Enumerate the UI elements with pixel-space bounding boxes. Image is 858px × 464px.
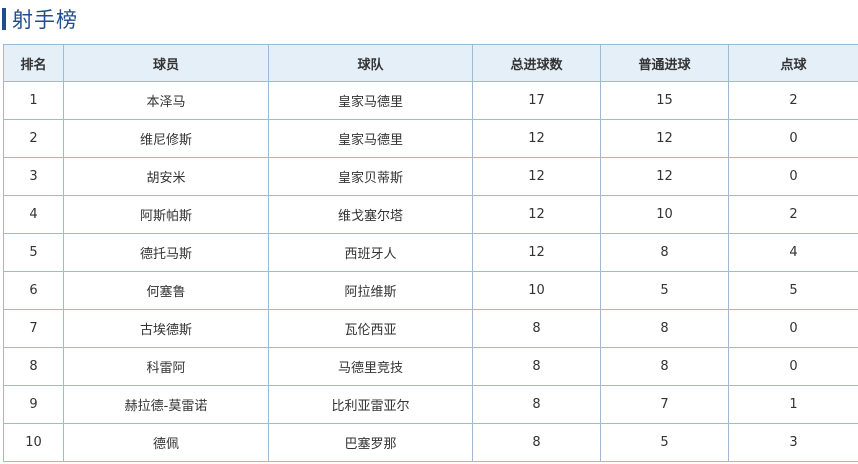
cell-penalties: 0 xyxy=(728,157,858,196)
cell-rank: 8 xyxy=(3,347,64,386)
cell-rank: 3 xyxy=(3,157,64,196)
cell-player: 赫拉德-莫雷诺 xyxy=(63,385,269,424)
page-title-bar: 射手榜 xyxy=(0,4,78,34)
cell-rank: 4 xyxy=(3,195,64,234)
cell-team: 皇家贝蒂斯 xyxy=(268,157,473,196)
column-header-penalties: 点球 xyxy=(728,44,858,82)
cell-team: 皇家马德里 xyxy=(268,81,473,120)
cell-total-goals: 8 xyxy=(472,347,601,386)
table-row: 8 科雷阿 马德里竞技 8 8 0 xyxy=(3,347,858,386)
cell-penalties: 0 xyxy=(728,347,858,386)
cell-regular-goals: 8 xyxy=(600,309,729,348)
table-row: 10 德佩 巴塞罗那 8 5 3 xyxy=(3,423,858,462)
cell-total-goals: 12 xyxy=(472,157,601,196)
column-header-regular-goals: 普通进球 xyxy=(600,44,729,82)
cell-team: 阿拉维斯 xyxy=(268,271,473,310)
cell-total-goals: 8 xyxy=(472,423,601,462)
cell-penalties: 0 xyxy=(728,309,858,348)
cell-regular-goals: 5 xyxy=(600,271,729,310)
cell-regular-goals: 5 xyxy=(600,423,729,462)
cell-team: 巴塞罗那 xyxy=(268,423,473,462)
cell-penalties: 2 xyxy=(728,195,858,234)
cell-team: 皇家马德里 xyxy=(268,119,473,158)
cell-penalties: 4 xyxy=(728,233,858,272)
table-header-row: 排名 球员 球队 总进球数 普通进球 点球 xyxy=(3,44,858,82)
cell-player: 德佩 xyxy=(63,423,269,462)
column-header-team: 球队 xyxy=(268,44,473,82)
cell-player: 科雷阿 xyxy=(63,347,269,386)
cell-player: 本泽马 xyxy=(63,81,269,120)
cell-penalties: 5 xyxy=(728,271,858,310)
cell-rank: 2 xyxy=(3,119,64,158)
cell-total-goals: 8 xyxy=(472,385,601,424)
cell-player: 维尼修斯 xyxy=(63,119,269,158)
cell-penalties: 0 xyxy=(728,119,858,158)
cell-regular-goals: 12 xyxy=(600,119,729,158)
column-header-total-goals: 总进球数 xyxy=(472,44,601,82)
page-title: 射手榜 xyxy=(12,8,78,32)
cell-total-goals: 12 xyxy=(472,233,601,272)
cell-rank: 1 xyxy=(3,81,64,120)
column-header-rank: 排名 xyxy=(3,44,64,82)
cell-penalties: 2 xyxy=(728,81,858,120)
table-row: 6 何塞鲁 阿拉维斯 10 5 5 xyxy=(3,271,858,310)
cell-player: 何塞鲁 xyxy=(63,271,269,310)
table-row: 5 德托马斯 西班牙人 12 8 4 xyxy=(3,233,858,272)
cell-regular-goals: 10 xyxy=(600,195,729,234)
cell-rank: 9 xyxy=(3,385,64,424)
cell-team: 西班牙人 xyxy=(268,233,473,272)
table-row: 4 阿斯帕斯 维戈塞尔塔 12 10 2 xyxy=(3,195,858,234)
cell-total-goals: 17 xyxy=(472,81,601,120)
cell-regular-goals: 8 xyxy=(600,233,729,272)
cell-player: 古埃德斯 xyxy=(63,309,269,348)
cell-player: 阿斯帕斯 xyxy=(63,195,269,234)
table-row: 2 维尼修斯 皇家马德里 12 12 0 xyxy=(3,119,858,158)
cell-rank: 5 xyxy=(3,233,64,272)
cell-total-goals: 12 xyxy=(472,119,601,158)
column-header-player: 球员 xyxy=(63,44,269,82)
cell-total-goals: 8 xyxy=(472,309,601,348)
table-row: 3 胡安米 皇家贝蒂斯 12 12 0 xyxy=(3,157,858,196)
table-row: 9 赫拉德-莫雷诺 比利亚雷亚尔 8 7 1 xyxy=(3,385,858,424)
table-row: 1 本泽马 皇家马德里 17 15 2 xyxy=(3,81,858,120)
cell-rank: 10 xyxy=(3,423,64,462)
cell-regular-goals: 12 xyxy=(600,157,729,196)
cell-total-goals: 12 xyxy=(472,195,601,234)
cell-penalties: 1 xyxy=(728,385,858,424)
cell-regular-goals: 7 xyxy=(600,385,729,424)
table-row: 7 古埃德斯 瓦伦西亚 8 8 0 xyxy=(3,309,858,348)
cell-rank: 7 xyxy=(3,309,64,348)
cell-rank: 6 xyxy=(3,271,64,310)
cell-team: 维戈塞尔塔 xyxy=(268,195,473,234)
title-accent-bar xyxy=(2,8,6,30)
cell-team: 瓦伦西亚 xyxy=(268,309,473,348)
cell-player: 胡安米 xyxy=(63,157,269,196)
cell-regular-goals: 15 xyxy=(600,81,729,120)
top-scorers-table: 排名 球员 球队 总进球数 普通进球 点球 1 本泽马 皇家马德里 17 15 … xyxy=(3,44,858,462)
cell-penalties: 3 xyxy=(728,423,858,462)
cell-regular-goals: 8 xyxy=(600,347,729,386)
cell-team: 比利亚雷亚尔 xyxy=(268,385,473,424)
cell-team: 马德里竞技 xyxy=(268,347,473,386)
cell-player: 德托马斯 xyxy=(63,233,269,272)
cell-total-goals: 10 xyxy=(472,271,601,310)
